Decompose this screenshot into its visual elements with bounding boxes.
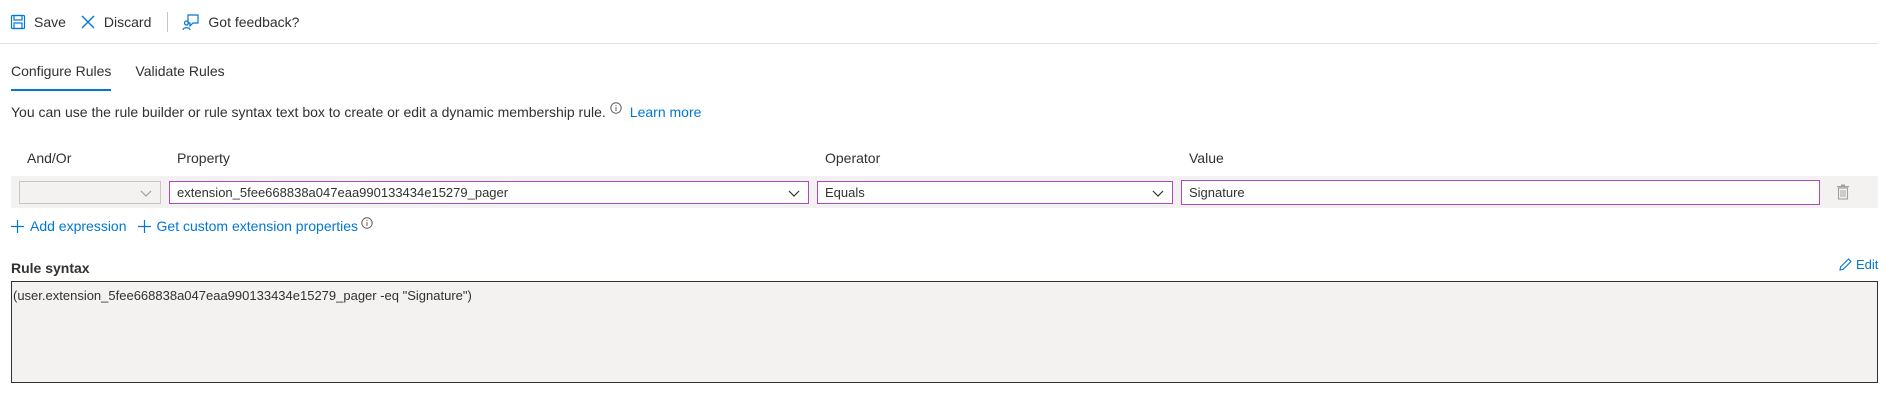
property-dropdown[interactable]: extension_5fee668838a047eaa990133434e152… (169, 181, 809, 204)
value-input[interactable]: Signature (1181, 180, 1820, 205)
save-label: Save (34, 13, 66, 30)
edit-button[interactable]: Edit (1839, 257, 1878, 272)
property-value: extension_5fee668838a047eaa990133434e152… (177, 185, 509, 200)
info-icon[interactable] (610, 102, 622, 114)
get-custom-extension-link[interactable]: Get custom extension properties (137, 217, 380, 234)
chevron-down-icon (788, 190, 800, 197)
rule-syntax-textbox[interactable]: (user.extension_5fee668838a047eaa9901334… (11, 281, 1878, 383)
column-header-and-or: And/Or (27, 150, 72, 166)
tab-configure-rules[interactable]: Configure Rules (11, 60, 112, 91)
save-button[interactable]: Save (10, 6, 66, 38)
and-or-dropdown[interactable] (19, 181, 161, 204)
feedback-label: Got feedback? (208, 13, 300, 30)
tab-validate-rules[interactable]: Validate Rules (135, 60, 224, 91)
get-custom-extension-label: Get custom extension properties (156, 218, 359, 234)
column-header-operator: Operator (825, 150, 881, 166)
rule-syntax-label: Rule syntax (11, 260, 90, 276)
learn-more-link[interactable]: Learn more (630, 104, 702, 120)
info-icon[interactable] (361, 217, 373, 229)
discard-button[interactable]: Discard (80, 6, 151, 38)
description-text: You can use the rule builder or rule syn… (11, 104, 606, 120)
chevron-down-icon (140, 190, 152, 197)
operator-dropdown[interactable]: Equals (817, 181, 1173, 204)
feedback-button[interactable]: Got feedback? (182, 6, 299, 38)
close-icon (81, 15, 95, 28)
chevron-down-icon (1152, 190, 1164, 197)
add-expression-link[interactable]: Add expression (11, 218, 127, 234)
save-icon (10, 14, 26, 29)
pencil-icon (1839, 258, 1852, 271)
delete-icon[interactable] (1836, 184, 1850, 200)
column-header-value: Value (1189, 150, 1224, 166)
add-expression-label: Add expression (30, 218, 127, 234)
plus-icon (11, 219, 24, 233)
rule-actions: Add expression Get custom extension prop… (11, 217, 390, 234)
command-bar: Save Discard Got feedback? (0, 0, 1878, 44)
description-line: You can use the rule builder or rule syn… (11, 102, 702, 120)
tab-list: Configure Rules Validate Rules (11, 60, 249, 92)
feedback-icon (182, 13, 199, 30)
plus-icon (137, 219, 151, 233)
rule-row: extension_5fee668838a047eaa990133434e152… (11, 176, 1878, 208)
operator-value: Equals (825, 185, 865, 200)
edit-label: Edit (1856, 257, 1879, 272)
toolbar-divider (167, 11, 169, 32)
column-header-property: Property (177, 150, 230, 166)
discard-label: Discard (103, 13, 152, 30)
